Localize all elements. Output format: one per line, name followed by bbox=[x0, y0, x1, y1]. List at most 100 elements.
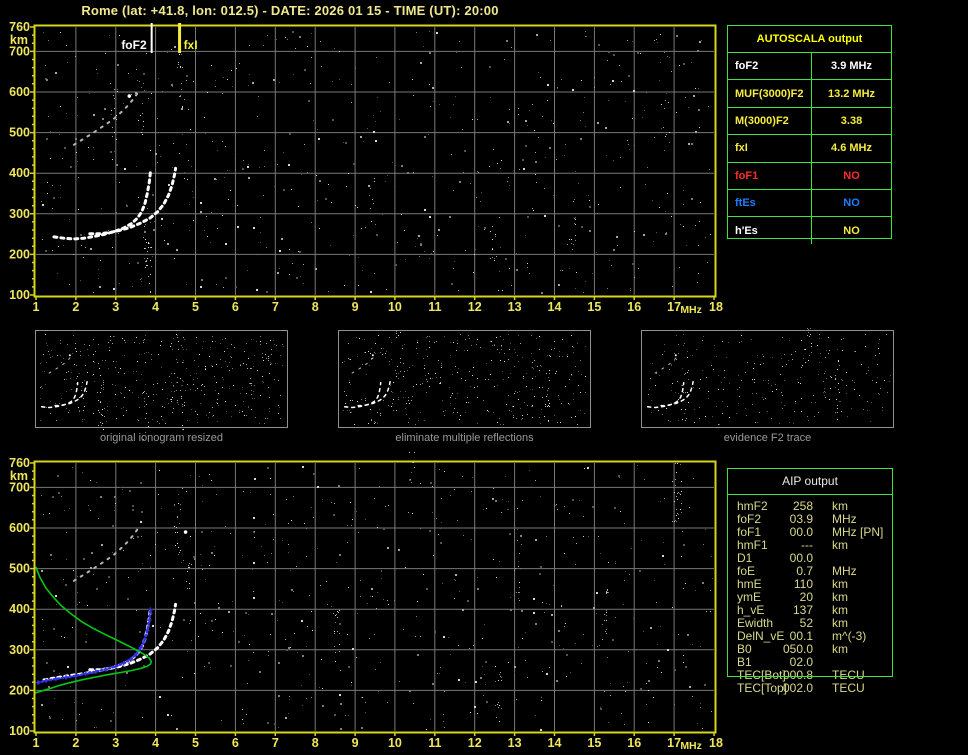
x-tick-label: 3 bbox=[112, 736, 119, 750]
x-tick-label: 7 bbox=[272, 736, 279, 750]
x-tick-label: 11 bbox=[428, 300, 441, 314]
aip-unit: km bbox=[832, 538, 848, 552]
x-tick-label: 12 bbox=[468, 736, 482, 750]
parameter-value: 3.9 MHz bbox=[831, 60, 872, 73]
parameter-label: MUF(3000)F2 bbox=[728, 80, 812, 107]
trace-second-hop-echo bbox=[72, 92, 139, 146]
x-tick-label: 6 bbox=[232, 300, 239, 314]
page-title: Rome (lat: +41.8, lon: 012.5) - DATE: 20… bbox=[81, 3, 499, 18]
x-tick-label: 6 bbox=[232, 736, 239, 750]
trace-strong-echo-dots bbox=[127, 94, 132, 98]
thumbnail-eliminate-reflections bbox=[338, 330, 591, 428]
y-tick-label: 600 bbox=[9, 85, 30, 99]
parameter-value: NO bbox=[843, 197, 860, 210]
autoscala-row: foF1 NO bbox=[728, 162, 891, 190]
x-tick-label: 7 bbox=[272, 300, 279, 314]
x-tick-label: 16 bbox=[627, 736, 641, 750]
parameter-label: h'Es bbox=[728, 217, 812, 244]
parameter-label: ftEs bbox=[728, 189, 812, 217]
thumbnail-caption-original: original ionogram resized bbox=[100, 432, 223, 444]
x-tick-label: 2 bbox=[72, 300, 79, 314]
x-tick-label: 2 bbox=[72, 736, 79, 750]
x-tick-label: 16 bbox=[627, 300, 641, 314]
autoscala-row: fxI 4.6 MHz bbox=[728, 135, 891, 163]
y-tick-label: 300 bbox=[9, 643, 30, 657]
x-tick-label: 11 bbox=[428, 736, 441, 750]
x-tick-label: 5 bbox=[192, 736, 199, 750]
trace-restored-f2-trace bbox=[35, 607, 153, 686]
trace-strong-echo-dots bbox=[183, 530, 188, 534]
x-tick-label: 9 bbox=[352, 736, 359, 750]
x-tick-label: 12 bbox=[468, 300, 482, 314]
x-tick-label: 18 bbox=[709, 300, 723, 314]
x-tick-label: 15 bbox=[587, 736, 601, 750]
parameter-label: foF1 bbox=[728, 162, 812, 189]
thumbnail-caption-eliminate: eliminate multiple reflections bbox=[395, 432, 534, 444]
x-tick-label: 8 bbox=[312, 300, 319, 314]
x-tick-label: 8 bbox=[312, 736, 319, 750]
aip-output-table: AIP output hmF2 258 km foF2 03.9 MHz foF1 00.0 M… bbox=[727, 468, 893, 698]
aip-unit: TECU bbox=[832, 681, 865, 695]
x-tick-label: 4 bbox=[152, 736, 159, 750]
x-tick-label: 17 bbox=[667, 736, 681, 750]
thumbnail-evidence-f2-trace bbox=[641, 328, 894, 428]
x-tick-label: 9 bbox=[352, 300, 359, 314]
parameter-value: NO bbox=[843, 224, 860, 237]
marker-label: foF2 bbox=[121, 38, 147, 52]
autoscala-row: ftEs NO bbox=[728, 189, 891, 218]
autoscala-output-table: AUTOSCALA output foF2 3.9 MHz MUF(3000)F2 1… bbox=[727, 25, 892, 244]
parameter-label: foF2 bbox=[728, 53, 812, 80]
autoscala-table-rows: foF2 3.9 MHz MUF(3000)F2 13.2 MHz M(3000)F2 3… bbox=[728, 53, 891, 244]
y-tick-label: 760 bbox=[9, 456, 30, 470]
x-tick-label: 14 bbox=[548, 300, 562, 314]
x-tick-label: 15 bbox=[587, 300, 601, 314]
aip-unit: km bbox=[832, 642, 848, 656]
x-tick-label: 18 bbox=[709, 736, 723, 750]
autoscala-app-window: 760 700 600 500 400 300 200 100 km 1 2 3 4 5 6 7 8 9 10 11 1… bbox=[0, 0, 968, 755]
y-tick-label: 100 bbox=[9, 288, 30, 302]
y-tick-label: 760 bbox=[9, 20, 30, 34]
parameter-label: M(3000)F2 bbox=[728, 107, 812, 135]
trace-f2-ordinary-trace bbox=[52, 169, 152, 241]
x-tick-label: 10 bbox=[388, 300, 402, 314]
autoscala-row: MUF(3000)F2 13.2 MHz bbox=[728, 80, 891, 108]
thumbnail-original-ionogram bbox=[35, 330, 288, 442]
parameter-value: 4.6 MHz bbox=[831, 142, 872, 155]
autoscala-table-title: AUTOSCALA output bbox=[728, 26, 891, 53]
x-tick-label: 13 bbox=[508, 300, 522, 314]
autoscala-row: h'Es NO bbox=[728, 217, 891, 244]
ionogram-plot-bottom: 760700600500400300200100km1 2 3 4 5 6 7 8 9 10 11 1… bbox=[9, 452, 723, 752]
parameter-value: NO bbox=[843, 169, 860, 182]
x-tick-label: 5 bbox=[192, 300, 199, 314]
parameter-value: 13.2 MHz bbox=[827, 87, 876, 100]
trace-second-hop-echo bbox=[72, 527, 142, 582]
x-tick-label: 14 bbox=[548, 736, 562, 750]
y-tick-label: 600 bbox=[9, 521, 30, 535]
x-tick-label: 10 bbox=[388, 736, 402, 750]
y-tick-label: 400 bbox=[9, 602, 30, 616]
x-tick-label: 17 bbox=[667, 300, 681, 314]
aip-row: TEC[Top] 002.0 TECU bbox=[727, 682, 893, 695]
x-tick-label: 4 bbox=[152, 300, 159, 314]
aip-note: [PN] bbox=[860, 525, 884, 539]
x-axis-unit: MHz bbox=[680, 740, 702, 752]
thumbnail-caption-evidence: evidence F2 trace bbox=[723, 432, 812, 444]
trace-electron-density-profile bbox=[35, 566, 153, 694]
y-axis-unit: km bbox=[10, 33, 28, 47]
parameter-label: fxI bbox=[728, 135, 812, 162]
x-tick-label: 13 bbox=[508, 736, 522, 750]
marker-fxI: fxI bbox=[178, 23, 198, 53]
marker-label: fxI bbox=[184, 38, 198, 52]
y-axis-unit: km bbox=[10, 469, 28, 483]
x-tick-label: 1 bbox=[33, 736, 40, 750]
x-axis-unit: MHz bbox=[680, 304, 702, 316]
autoscala-row: M(3000)F2 3.38 bbox=[728, 107, 891, 136]
y-tick-label: 100 bbox=[9, 724, 30, 738]
x-tick-label: 1 bbox=[33, 300, 40, 314]
marker-foF2: foF2 bbox=[121, 23, 153, 53]
parameter-value: 3.38 bbox=[840, 114, 863, 127]
autoscala-row: foF2 3.9 MHz bbox=[728, 53, 891, 81]
aip-table-title: AIP output bbox=[782, 474, 838, 488]
y-tick-label: 200 bbox=[9, 683, 30, 697]
x-tick-label: 3 bbox=[112, 300, 119, 314]
